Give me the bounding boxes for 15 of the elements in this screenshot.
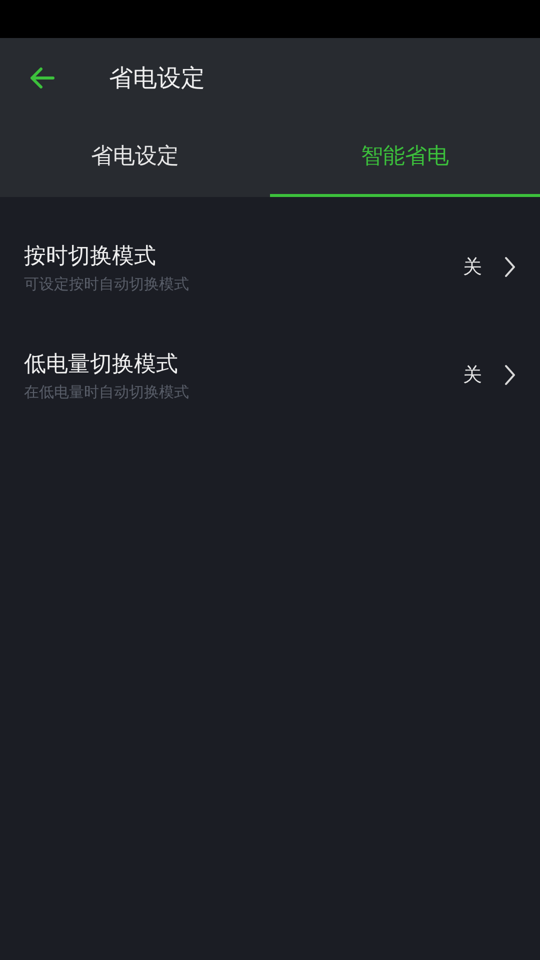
setting-value: 关 [463,363,482,388]
setting-description: 在低电量时自动切换模式 [24,382,190,402]
tab[interactable]: 省电设定 [0,118,270,197]
page-title: 省电设定 [109,63,205,94]
back-button[interactable] [29,67,55,89]
back-arrow-icon [29,67,55,89]
setting-row[interactable]: 按时切换模式 可设定按时自动切换模式 关 [0,227,540,303]
setting-title: 按时切换模式 [24,242,157,270]
tab[interactable]: 智能省电 [270,118,540,197]
setting-description: 可设定按时自动切换模式 [24,274,190,294]
setting-value: 关 [463,255,482,280]
chevron-right-icon [504,364,516,386]
chevron-right-icon [504,256,516,278]
setting-row[interactable]: 低电量切换模式 在低电量时自动切换模式 关 [0,335,540,411]
setting-title: 低电量切换模式 [24,350,179,378]
